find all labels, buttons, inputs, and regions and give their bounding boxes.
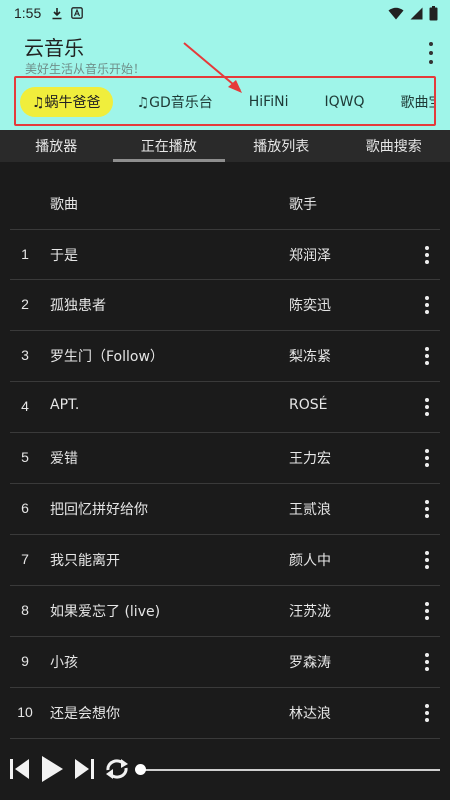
app-title: 云音乐 <box>24 36 84 60</box>
song-title: 于是 <box>50 248 78 264</box>
seek-thumb[interactable] <box>135 764 146 775</box>
song-title: 小孩 <box>50 655 78 671</box>
app-bar: 云音乐 美好生活从音乐开始！ ♫蜗牛爸爸♫GD音乐台HiFiNiIQWQ歌曲宝无… <box>0 26 450 130</box>
song-title: 爱错 <box>50 451 78 467</box>
seek-bar[interactable] <box>140 769 440 771</box>
tab-2[interactable]: 正在播放 <box>112 130 226 162</box>
player-bar <box>0 742 450 800</box>
table-header: 歌曲 歌手 <box>10 180 440 224</box>
source-chip[interactable]: ♫蜗牛爸爸 <box>20 87 113 117</box>
song-row[interactable]: 6 把回忆拼好给你 王贰浪 <box>10 484 440 535</box>
track-number: 8 <box>21 602 29 618</box>
song-row[interactable]: 4 APT. ROSÉ <box>10 382 440 433</box>
tab-1[interactable]: 播放器 <box>0 130 113 162</box>
more-options-icon[interactable] <box>424 296 430 314</box>
song-column-header: 歌曲 <box>50 197 78 213</box>
previous-icon[interactable] <box>8 756 30 782</box>
source-chip[interactable]: ♫GD音乐台 <box>125 87 225 117</box>
overflow-menu-icon[interactable] <box>426 42 436 64</box>
more-options-icon[interactable] <box>424 551 430 569</box>
track-number: 5 <box>21 449 29 465</box>
source-chip[interactable]: 歌曲宝 <box>388 87 434 117</box>
song-artist: 王力宏 <box>289 451 331 467</box>
track-number: 2 <box>21 296 29 312</box>
status-bar: 1:55 <box>0 0 450 26</box>
more-options-icon[interactable] <box>424 704 430 722</box>
song-title: 我只能离开 <box>50 553 120 569</box>
a-notification-icon <box>71 7 84 19</box>
more-options-icon[interactable] <box>424 602 430 620</box>
source-highlight-box: ♫蜗牛爸爸♫GD音乐台HiFiNiIQWQ歌曲宝无损 <box>14 76 436 126</box>
song-list: 1 于是 郑润泽 2 孤独患者 陈奕迅 3 罗生门（Follow） 梨冻紧 4 APT. ROSÉ 5 爱… <box>10 229 440 739</box>
song-title: 还是会想你 <box>50 706 120 722</box>
track-number: 3 <box>21 347 29 363</box>
song-artist: 汪苏泷 <box>289 604 331 620</box>
next-icon[interactable] <box>74 756 96 782</box>
track-number: 1 <box>21 246 29 262</box>
tab-bar: 播放器 正在播放 播放列表 歌曲搜索 <box>0 130 450 162</box>
song-artist: 梨冻紧 <box>289 349 331 365</box>
artist-column-header: 歌手 <box>289 197 317 213</box>
track-number: 7 <box>21 551 29 567</box>
song-row[interactable]: 1 于是 郑润泽 <box>10 229 440 280</box>
song-title: 如果爱忘了 (live) <box>50 604 161 620</box>
track-number: 4 <box>21 398 29 414</box>
track-number: 6 <box>21 500 29 516</box>
more-options-icon[interactable] <box>424 449 430 467</box>
status-time: 1:55 <box>14 5 42 21</box>
source-list: ♫蜗牛爸爸♫GD音乐台HiFiNiIQWQ歌曲宝无损 <box>20 87 434 117</box>
more-options-icon[interactable] <box>424 246 430 264</box>
song-title: 罗生门（Follow） <box>50 349 164 365</box>
song-artist: 王贰浪 <box>289 502 331 518</box>
download-icon <box>52 7 62 19</box>
tab-4[interactable]: 歌曲搜索 <box>338 130 450 162</box>
song-row[interactable]: 8 如果爱忘了 (live) 汪苏泷 <box>10 586 440 637</box>
track-number: 9 <box>21 653 29 669</box>
song-artist: 郑润泽 <box>289 248 331 264</box>
song-row[interactable]: 10 还是会想你 林达浪 <box>10 688 440 739</box>
more-options-icon[interactable] <box>424 653 430 671</box>
song-row[interactable]: 5 爱错 王力宏 <box>10 433 440 484</box>
song-artist: 罗森涛 <box>289 655 331 671</box>
play-icon[interactable] <box>40 754 64 784</box>
tab-3[interactable]: 播放列表 <box>225 130 338 162</box>
signal-icon <box>410 7 423 19</box>
more-options-icon[interactable] <box>424 347 430 365</box>
song-artist: 颜人中 <box>289 553 331 569</box>
song-artist: 陈奕迅 <box>289 298 331 314</box>
battery-icon <box>429 5 438 20</box>
song-row[interactable]: 2 孤独患者 陈奕迅 <box>10 280 440 331</box>
source-chip[interactable]: IQWQ <box>312 87 376 117</box>
song-artist: ROSÉ <box>289 397 328 413</box>
song-row[interactable]: 3 罗生门（Follow） 梨冻紧 <box>10 331 440 382</box>
song-title: 孤独患者 <box>50 298 106 314</box>
song-row[interactable]: 7 我只能离开 颜人中 <box>10 535 440 586</box>
app-subtitle: 美好生活从音乐开始！ <box>25 62 146 76</box>
source-chip[interactable]: HiFiNi <box>237 87 301 117</box>
repeat-icon[interactable] <box>104 757 130 781</box>
track-number: 10 <box>17 704 33 720</box>
more-options-icon[interactable] <box>424 500 430 518</box>
more-options-icon[interactable] <box>424 398 430 416</box>
song-artist: 林达浪 <box>289 706 331 722</box>
wifi-icon <box>388 7 404 19</box>
song-title: 把回忆拼好给你 <box>50 502 148 518</box>
song-title: APT. <box>50 397 80 413</box>
song-row[interactable]: 9 小孩 罗森涛 <box>10 637 440 688</box>
